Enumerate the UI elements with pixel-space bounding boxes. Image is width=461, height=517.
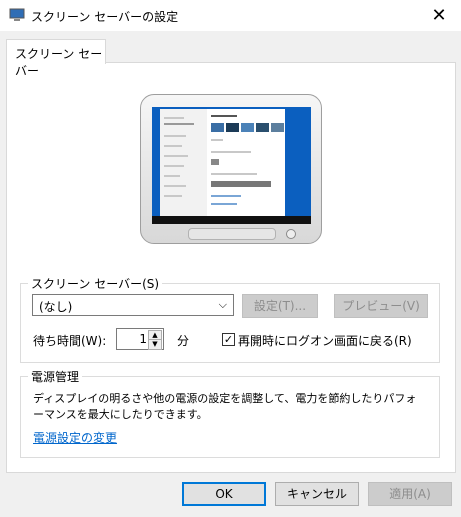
- power-group-label: 電源管理: [28, 368, 83, 385]
- apply-button[interactable]: 適用(A): [368, 482, 452, 506]
- close-button[interactable]: ✕: [417, 0, 461, 31]
- screensaver-group-label: スクリーン セーバー(S): [28, 275, 163, 292]
- power-description-line2: ーマンスを最大にしたりできます。: [33, 408, 208, 421]
- ok-button[interactable]: OK: [182, 482, 266, 506]
- wait-time-value: 1: [139, 332, 147, 346]
- power-description-line1: ディスプレイの明るさや他の電源の設定を調整して、電力を節約したりパフォ: [33, 392, 417, 405]
- monitor-base: [188, 228, 276, 240]
- preview-button[interactable]: プレビュー(V): [334, 294, 428, 318]
- preview-screen: [152, 107, 311, 224]
- screensaver-select[interactable]: (なし) ⌵: [32, 294, 234, 316]
- preview-taskbar: [152, 216, 311, 224]
- resume-logon-label[interactable]: 再開時にログオン画面に戻る(R): [238, 332, 412, 349]
- checkmark-icon: ✓: [223, 333, 234, 346]
- wait-time-unit: 分: [177, 334, 190, 348]
- wait-time-label: 待ち時間(W):: [33, 334, 107, 348]
- monitor-icon: [9, 8, 25, 21]
- resume-logon-checkbox[interactable]: ✓: [222, 333, 235, 346]
- chevron-down-icon: ⌵: [218, 298, 227, 311]
- cancel-button[interactable]: キャンセル: [275, 482, 359, 506]
- tab-screensaver[interactable]: スクリーン セーバー: [6, 39, 106, 78]
- wait-time-stepper[interactable]: 1 ▲ ▼: [116, 328, 164, 350]
- monitor-power-button: [286, 229, 296, 239]
- settings-button[interactable]: 設定(T)...: [242, 294, 318, 318]
- window-title: スクリーン セーバーの設定: [31, 10, 179, 24]
- preview-sidebar: [160, 109, 207, 216]
- spin-down-icon[interactable]: ▼: [148, 339, 162, 350]
- power-settings-link[interactable]: 電源設定の変更: [33, 429, 117, 446]
- tab-label: スクリーン セーバー: [15, 47, 103, 78]
- preview-content: [207, 109, 285, 216]
- close-icon: ✕: [431, 5, 447, 26]
- screensaver-selected-value: (なし): [39, 300, 73, 314]
- title-bar: スクリーン セーバーの設定 ✕: [0, 0, 461, 31]
